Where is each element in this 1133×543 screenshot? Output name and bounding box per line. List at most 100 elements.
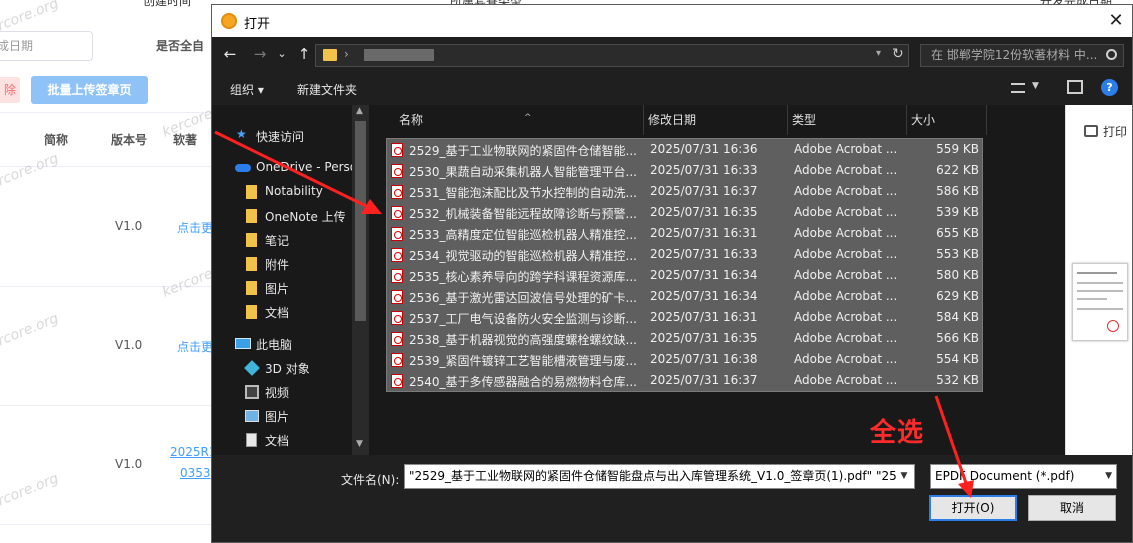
bg-auto-label: 是否全自 [156,39,205,53]
file-type: Adobe Acrobat ... [794,205,898,219]
file-row[interactable]: 2532_机械装备智能远程故障诊断与预警... 2025/07/31 16:35 A… [387,202,982,223]
preview-pane-icon[interactable] [1067,80,1083,94]
file-row[interactable]: 2536_基于激光雷达回波信号处理的矿卡... 2025/07/31 16:34 A… [387,286,982,307]
file-size: 566 KB [936,331,979,345]
folder-icon [246,257,257,271]
file-name: 2540_基于多传感器融合的易燃物料仓库... [409,375,637,389]
search-input[interactable]: 在 邯郸学院12份软著材料 中... [920,44,1124,67]
file-open-dialog: 打开 ✕ ← → ⌄ ↑ › ▾ ↻ 在 邯郸学院12份软著材料 中... 组织… [211,4,1133,543]
watermark: kercore.org [0,150,61,196]
column-header-row: 名称 ^ 修改日期 类型 大小 [384,105,987,135]
bg-delete-button[interactable]: 除 [0,77,20,103]
file-type: Adobe Acrobat ... [794,289,898,303]
refresh-icon[interactable]: ↻ [892,46,904,62]
pdf-preview-thumbnail [1072,263,1128,341]
file-row[interactable]: 2540_基于多传感器融合的易燃物料仓库... 2025/07/31 16:37 A… [387,370,982,391]
help-icon[interactable]: ? [1101,79,1118,96]
file-size: 622 KB [936,163,979,177]
file-row[interactable]: 2535_核心素养导向的跨学科课程资源库... 2025/07/31 16:34 A… [387,265,982,286]
forward-arrow-icon[interactable]: → [251,45,269,63]
print-icon[interactable] [1084,125,1098,137]
file-date: 2025/07/31 16:38 [650,352,758,366]
watermark: kercore.org [0,470,61,516]
folder-icon [246,233,257,247]
file-row[interactable]: 2537_工厂电气设备防火安全监测与诊断... 2025/07/31 16:31 A… [387,307,982,328]
nav-item-documents-pc[interactable]: 文档 [212,428,352,452]
pdf-file-icon [391,164,403,178]
file-type: Adobe Acrobat ... [794,226,898,240]
print-label[interactable]: 打印 [1103,123,1127,140]
back-arrow-icon[interactable]: ← [221,45,239,63]
file-type: Adobe Acrobat ... [794,373,898,387]
nav-item-videos[interactable]: 视频 [212,380,352,404]
pdf-file-icon [391,227,403,241]
recent-locations-chevron-icon[interactable]: ⌄ [273,45,291,63]
bg-reg-link[interactable]: 0353 [180,466,211,480]
pdf-file-icon [391,374,403,388]
bg-reg-link[interactable]: 2025R1 [170,445,217,459]
annotation-select-all-text: 全选 [870,418,925,448]
view-options-icon[interactable] [1011,83,1025,93]
chevron-down-icon[interactable]: ▼ [1032,81,1039,91]
column-name[interactable]: 名称 ^ [384,105,644,135]
chevron-up-icon[interactable]: ▲ [356,106,363,116]
nav-item-notability[interactable]: Notability [212,180,352,204]
bg-batch-upload-button[interactable]: 批量上传签章页 [31,76,148,104]
file-size: 559 KB [936,142,979,156]
nav-item-notes[interactable]: 笔记 [212,228,352,252]
nav-item-3d-objects[interactable]: 3D 对象 [212,356,352,380]
nav-item-onenote[interactable]: OneNote 上传 [212,204,352,228]
bg-version: V1.0 [115,457,143,471]
file-name: 2531_智能泡沫配比及节水控制的自动洗... [409,186,637,200]
file-type: Adobe Acrobat ... [794,352,898,366]
file-row[interactable]: 2529_基于工业物联网的紧固件仓储智能... 2025/07/31 16:36 A… [387,139,982,160]
cancel-button[interactable]: 取消 [1028,495,1116,521]
filename-input[interactable]: "2529_基于工业物联网的紧固件仓储智能盘点与出入库管理系统_V1.0_签章页… [404,464,915,489]
chevron-down-icon[interactable]: ▼ [896,465,912,488]
nav-item-pictures-pc[interactable]: 图片 [212,404,352,428]
close-icon[interactable]: ✕ [1102,7,1130,35]
file-type: Adobe Acrobat ... [794,163,898,177]
new-folder-button[interactable]: 新建文件夹 [297,81,357,98]
open-button[interactable]: 打开(O) [929,495,1017,521]
pdf-file-icon [391,143,403,157]
pdf-file-icon [391,269,403,283]
file-row[interactable]: 2539_紧固件镀锌工艺智能槽液管理与废... 2025/07/31 16:38 A… [387,349,982,370]
bg-update-link[interactable]: 点击更 [177,219,213,236]
nav-item-attachments[interactable]: 附件 [212,252,352,276]
nav-item-quick-access[interactable]: ★ 快速访问 [212,124,352,148]
computer-icon [235,338,251,349]
dialog-titlebar: 打开 ✕ [212,5,1132,37]
file-row[interactable]: 2531_智能泡沫配比及节水控制的自动洗... 2025/07/31 16:37 A… [387,181,982,202]
file-row[interactable]: 2530_果蔬自动采集机器人智能管理平台... 2025/07/31 16:33 A… [387,160,982,181]
nav-item-pictures[interactable]: 图片 [212,276,352,300]
file-row[interactable]: 2534_视觉驱动的智能巡检机器人精准控... 2025/07/31 16:33 A… [387,244,982,265]
file-name: 2534_视觉驱动的智能巡检机器人精准控... [409,249,637,263]
column-size[interactable]: 大小 [907,105,987,135]
file-row[interactable]: 2538_基于机器视觉的高强度螺栓螺纹缺... 2025/07/31 16:35 A… [387,328,982,349]
bg-update-link[interactable]: 点击更 [177,338,213,355]
column-type[interactable]: 类型 [788,105,907,135]
scrollbar-thumb[interactable] [355,121,366,321]
nav-item-onedrive[interactable]: OneDrive - Perso [212,156,352,180]
bg-header-created: 创建时间 [143,0,192,8]
organize-menu[interactable]: 组织 ▾ [230,81,264,98]
file-size: 539 KB [936,205,979,219]
chevron-down-icon[interactable]: ▾ [876,48,881,59]
address-input[interactable]: › ▾ ↻ [315,44,909,67]
file-type-select[interactable]: EPDF Document (*.pdf) ▼ [930,464,1117,489]
chevron-down-icon[interactable]: ▼ [356,439,363,449]
sort-ascending-icon: ^ [524,113,532,123]
up-arrow-icon[interactable]: ↑ [295,45,313,63]
bg-date-input[interactable]: 成日期 [0,31,93,61]
nav-item-this-pc[interactable]: 此电脑 [212,332,352,356]
column-modified[interactable]: 修改日期 [644,105,788,135]
file-date: 2025/07/31 16:37 [650,373,758,387]
bg-version: V1.0 [115,338,143,352]
nav-item-documents[interactable]: 文档 [212,300,352,324]
file-size: 629 KB [936,289,979,303]
dialog-title: 打开 [244,17,271,32]
file-row[interactable]: 2533_高精度定位智能巡检机器人精准控... 2025/07/31 16:31 A… [387,223,982,244]
dialog-toolbar: 组织 ▾ 新建文件夹 ▼ ? [212,71,1132,105]
nav-scrollbar[interactable]: ▲ ▼ [352,105,369,455]
